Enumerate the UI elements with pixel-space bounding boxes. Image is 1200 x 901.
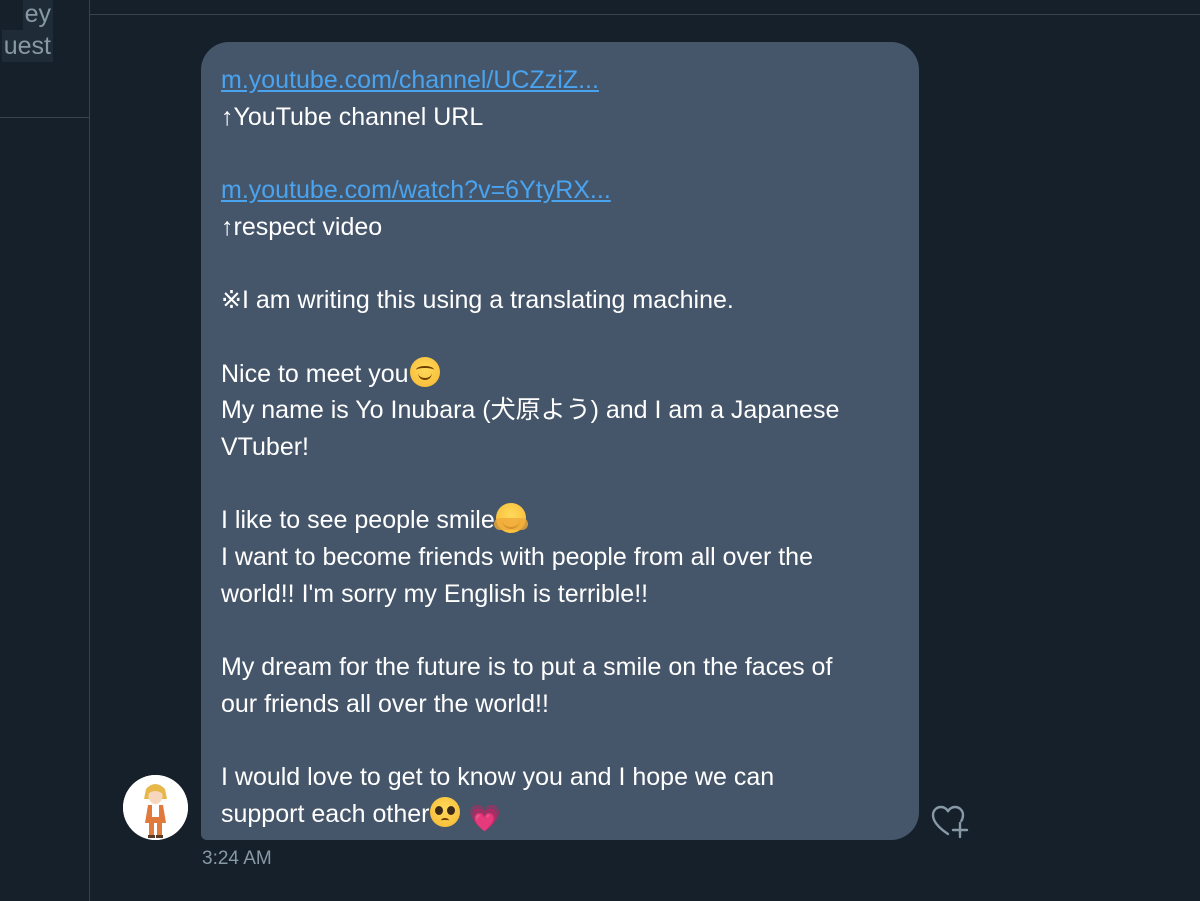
conversation-list-sidebar: ey uest	[0, 0, 90, 901]
closing-line-1: I would love to get to know you and I ho…	[221, 763, 775, 792]
line-spacer	[221, 135, 899, 172]
message-bubble[interactable]: m.youtube.com/channel/UCZziZ... ↑YouTube…	[201, 42, 919, 840]
greeting-text: Nice to meet you	[221, 359, 409, 388]
message-timestamp: 3:24 AM	[202, 848, 272, 869]
line-spacer	[221, 246, 899, 283]
friends-line-1: I want to become friends with people fro…	[221, 543, 813, 572]
conversation-preview-line: ey	[22, 0, 53, 30]
heart-plus-icon	[931, 805, 969, 839]
smile-line: I like to see people smile	[221, 502, 899, 539]
line-spacer	[221, 612, 899, 649]
channel-caption: ↑YouTube channel URL	[221, 102, 484, 131]
conversation-preview-line: uest	[1, 30, 53, 62]
translation-note: ※I am writing this using a translating m…	[221, 286, 734, 315]
smile-text: I like to see people smile	[221, 506, 495, 535]
closing-text: support each other	[221, 799, 430, 828]
react-button[interactable]	[930, 804, 970, 840]
channel-link[interactable]: m.youtube.com/channel/UCZziZ...	[221, 66, 599, 94]
anime-character-avatar-icon	[123, 775, 188, 840]
intro-line-2: VTuber!	[221, 432, 310, 461]
dream-line-2: our friends all over the world!!	[221, 689, 549, 718]
greeting-line: Nice to meet you	[221, 356, 899, 393]
growing-heart-emoji: 💗	[468, 802, 501, 833]
video-link[interactable]: m.youtube.com/watch?v=6YtyRX...	[221, 176, 611, 204]
friends-line-2: world!! I'm sorry my English is terrible…	[221, 579, 649, 608]
video-caption: ↑respect video	[221, 212, 383, 241]
dream-line-1: My dream for the future is to put a smil…	[221, 653, 833, 682]
conversation-list-item[interactable]: ey uest	[0, 0, 89, 118]
closing-line-2: support each other 💗	[221, 796, 899, 833]
smiling-face-emoji	[409, 356, 440, 387]
avatar[interactable]	[123, 775, 188, 840]
line-spacer	[221, 723, 899, 760]
line-spacer	[221, 319, 899, 356]
hugging-face-emoji	[493, 503, 528, 534]
conversation-header-divider	[90, 14, 1200, 15]
intro-line-1: My name is Yo Inubara (犬原よう) and I am a …	[221, 396, 840, 425]
pleading-face-emoji	[430, 796, 461, 827]
line-spacer	[221, 466, 899, 503]
